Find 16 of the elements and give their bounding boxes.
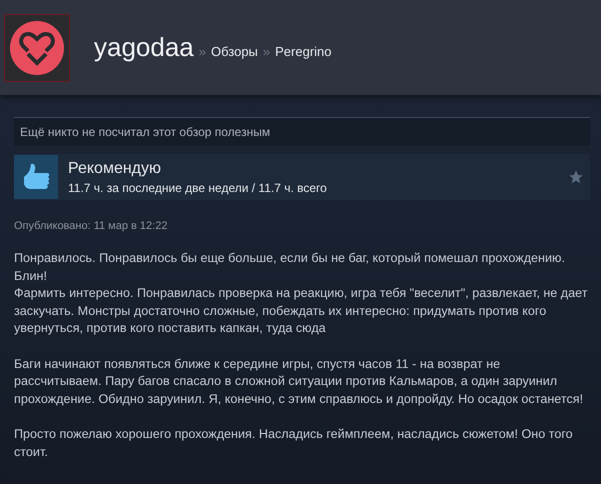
username-link[interactable]: yagodaa (94, 32, 194, 63)
verdict-title: Рекомендую (68, 160, 162, 178)
user-avatar[interactable] (4, 14, 70, 82)
star-icon[interactable] (568, 169, 584, 185)
helpful-notice: Ещё никто не посчитал этот обзор полезным (14, 117, 590, 146)
breadcrumb-link[interactable]: Обзоры (211, 44, 258, 59)
review-paragraph: Просто пожелаю хорошего прохождения. Насладись геймплеем, насладись сюжетом! Оно того стоит. (14, 426, 574, 461)
review-paragraph: Понравилось. Понравилось бы еще больше, если бы не баг, который помешал прохождению. Блин! (14, 250, 566, 285)
thumbs-up-icon (14, 155, 58, 199)
review-paragraph: Баги начинают появляться ближе к середине игры, спустя часов 11 - на возврат не рассчитываем. Пару багов спасало в сложной ситуации против Кальмаров, а один заруинил прохождение. Обидно заруинил. Я, конечно, с этим справлюсь и допройду. Но осадок останется! (14, 356, 584, 408)
breadcrumb-separator: » (262, 44, 270, 59)
breadcrumb-link[interactable]: Peregrino (275, 44, 332, 59)
playtime-text: 11.7 ч. за последние две недели / 11.7 ч. всего (68, 180, 328, 194)
posted-date: Опубликовано: 11 мар в 12:22 (14, 220, 168, 232)
review-paragraph: Фармить интересно. Понравилась проверка на реакцию, игра тебя "веселит", развлекает, не дает заскучать. Монстры достаточно сложные, побеждать их интересно: придумать против кого увернуться, против кого поставить капкан, туда сюда (14, 285, 588, 338)
breadcrumb-separator: » (198, 44, 206, 59)
